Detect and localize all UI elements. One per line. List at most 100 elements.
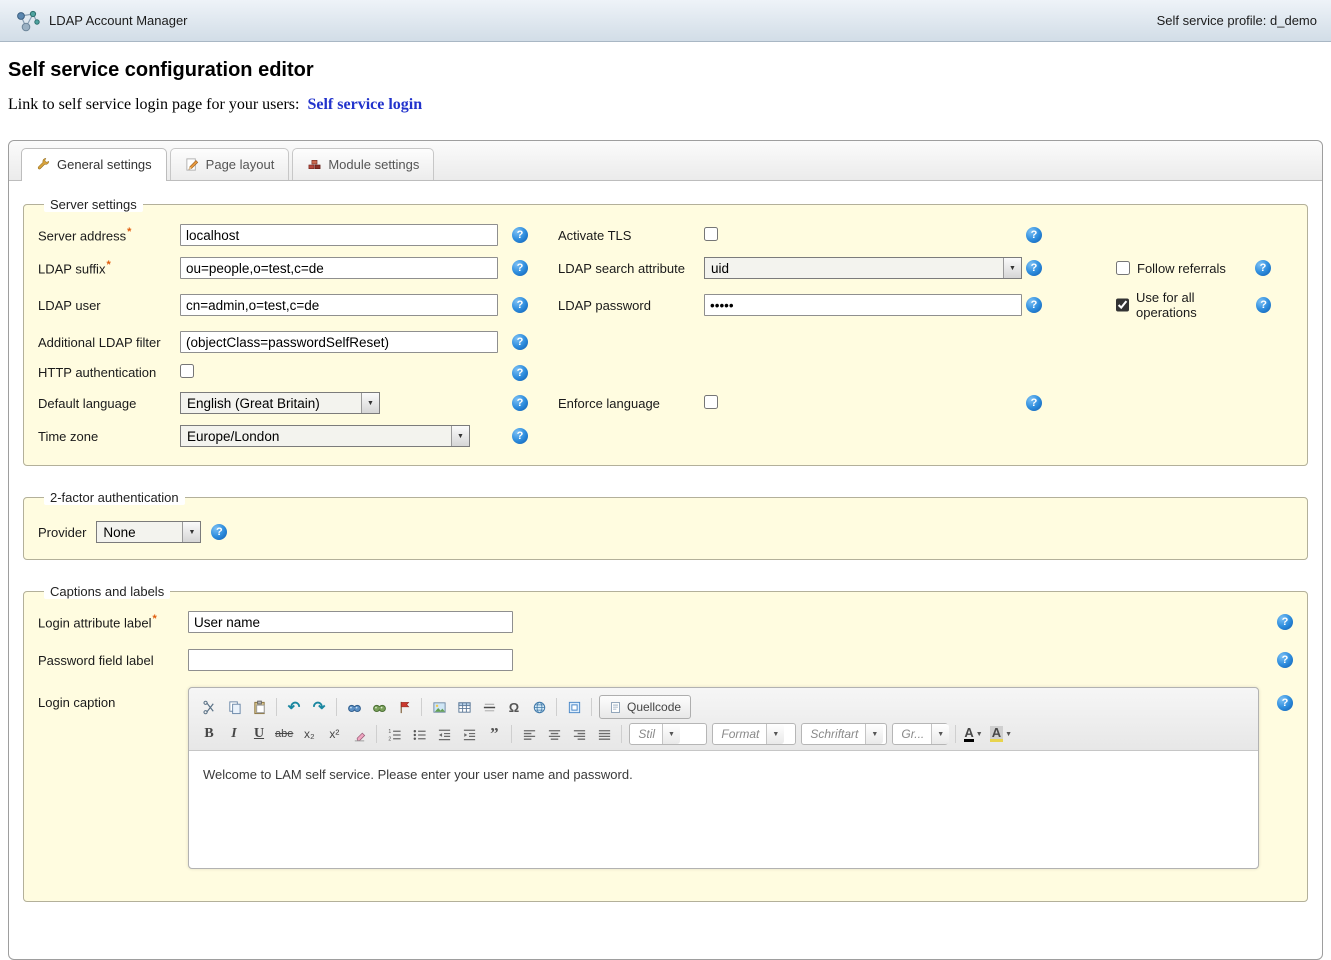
- text-color-button[interactable]: A ▼: [961, 723, 985, 745]
- form-row: Login attribute label* ?: [38, 611, 1293, 633]
- server-address-input[interactable]: [180, 224, 498, 246]
- follow-referrals-checkbox[interactable]: [1116, 261, 1130, 275]
- tab-page-layout[interactable]: Page layout: [170, 148, 290, 180]
- help-icon[interactable]: ?: [512, 365, 528, 381]
- help-icon[interactable]: ?: [512, 297, 528, 313]
- login-link-intro: Link to self service login page for your…: [8, 96, 299, 113]
- find-button[interactable]: [342, 696, 366, 718]
- styles-dropdown[interactable]: Stil ▼: [629, 723, 707, 745]
- help-icon[interactable]: ?: [1026, 297, 1042, 313]
- http-authentication-checkbox[interactable]: [180, 364, 194, 378]
- align-left-button[interactable]: [517, 723, 541, 745]
- italic-button[interactable]: I: [222, 723, 246, 745]
- ldap-suffix-input[interactable]: [180, 257, 498, 279]
- help-icon[interactable]: ?: [211, 524, 227, 540]
- dropdown-arrow-icon: ▼: [182, 522, 200, 542]
- help-icon[interactable]: ?: [1026, 260, 1042, 276]
- copy-button[interactable]: [222, 696, 246, 718]
- password-field-label-input[interactable]: [188, 649, 513, 671]
- format-dropdown-label: Format: [721, 727, 759, 741]
- editor-toolbar-row-1: ↶ ↷ Ω: [197, 693, 1250, 721]
- cut-button[interactable]: [197, 696, 221, 718]
- tab-module-settings[interactable]: Module settings: [292, 148, 434, 180]
- replace-button[interactable]: [367, 696, 391, 718]
- format-dropdown[interactable]: Format ▼: [712, 723, 796, 745]
- help-icon[interactable]: ?: [512, 260, 528, 276]
- help-icon[interactable]: ?: [512, 395, 528, 411]
- dropdown-arrow-icon: ▼: [976, 731, 983, 738]
- login-caption-label: Login caption: [38, 687, 188, 710]
- activate-tls-checkbox[interactable]: [704, 227, 718, 241]
- dropdown-arrow-icon: ▼: [865, 724, 883, 744]
- use-for-all-operations-checkbox[interactable]: [1116, 298, 1129, 312]
- horizontal-rule-button[interactable]: [477, 696, 501, 718]
- time-zone-select[interactable]: Europe/London ▼: [180, 425, 470, 447]
- insert-table-button[interactable]: [452, 696, 476, 718]
- help-icon[interactable]: ?: [1026, 227, 1042, 243]
- help-icon[interactable]: ?: [1256, 297, 1271, 313]
- paste-button[interactable]: [247, 696, 271, 718]
- server-settings-fieldset: Server settings Server address* ? Activa…: [23, 197, 1308, 466]
- help-icon[interactable]: ?: [512, 428, 528, 444]
- numbered-list-button[interactable]: 12: [382, 723, 406, 745]
- additional-ldap-filter-input[interactable]: [180, 331, 498, 353]
- help-icon[interactable]: ?: [1277, 652, 1293, 668]
- image-icon: [432, 700, 447, 715]
- help-icon[interactable]: ?: [512, 334, 528, 350]
- login-caption-editor: ↶ ↷ Ω: [188, 687, 1259, 869]
- source-code-button[interactable]: Quellcode: [599, 695, 691, 719]
- select-value: English (Great Britain): [181, 396, 361, 411]
- default-language-select[interactable]: English (Great Britain) ▼: [180, 392, 380, 414]
- provider-label: Provider: [38, 525, 86, 540]
- superscript-button[interactable]: x²: [322, 723, 346, 745]
- help-icon[interactable]: ?: [1026, 395, 1042, 411]
- remove-format-button[interactable]: [347, 723, 371, 745]
- editor-content[interactable]: Welcome to LAM self service. Please ente…: [189, 750, 1258, 868]
- insert-image-button[interactable]: [427, 696, 451, 718]
- underline-button[interactable]: U: [247, 723, 271, 745]
- enforce-language-checkbox[interactable]: [704, 395, 718, 409]
- undo-button[interactable]: ↶: [282, 696, 306, 718]
- provider-select[interactable]: None ▼: [96, 521, 201, 543]
- spellcheck-button[interactable]: [392, 696, 416, 718]
- ldap-search-attribute-select[interactable]: uid ▼: [704, 257, 1022, 279]
- self-service-login-link[interactable]: Self service login: [307, 96, 422, 113]
- indent-button[interactable]: [457, 723, 481, 745]
- subscript-button[interactable]: x₂: [297, 723, 321, 745]
- align-justify-icon: [597, 727, 612, 742]
- strikethrough-button[interactable]: abe: [272, 723, 296, 745]
- ldap-user-input[interactable]: [180, 294, 498, 316]
- login-attribute-label-input[interactable]: [188, 611, 513, 633]
- bold-button[interactable]: B: [197, 723, 221, 745]
- align-justify-button[interactable]: [592, 723, 616, 745]
- help-icon[interactable]: ?: [1255, 260, 1271, 276]
- bulleted-list-button[interactable]: [407, 723, 431, 745]
- blockquote-button[interactable]: ”: [482, 723, 506, 745]
- align-center-button[interactable]: [542, 723, 566, 745]
- toolbar-separator: [421, 698, 422, 716]
- font-size-dropdown[interactable]: Gr... ▼: [892, 723, 948, 745]
- login-link-line: Link to self service login page for your…: [8, 96, 1331, 114]
- special-character-button[interactable]: Ω: [502, 696, 526, 718]
- help-icon[interactable]: ?: [1277, 614, 1293, 630]
- ldap-password-input[interactable]: [704, 294, 1022, 316]
- pencil-icon: [185, 157, 200, 172]
- align-right-button[interactable]: [567, 723, 591, 745]
- required-marker: *: [127, 226, 131, 238]
- help-icon[interactable]: ?: [1277, 695, 1293, 711]
- redo-button[interactable]: ↷: [307, 696, 331, 718]
- align-right-icon: [572, 727, 587, 742]
- additional-ldap-filter-label: Additional LDAP filter: [38, 335, 180, 350]
- toolbar-separator: [336, 698, 337, 716]
- outdent-button[interactable]: [432, 723, 456, 745]
- font-dropdown[interactable]: Schriftart ▼: [801, 723, 887, 745]
- iframe-button[interactable]: [527, 696, 551, 718]
- toolbar-separator: [376, 725, 377, 743]
- help-icon[interactable]: ?: [512, 227, 528, 243]
- form-row: Login caption ↶ ↷: [38, 687, 1293, 869]
- paste-icon: [252, 700, 267, 715]
- font-dropdown-label: Schriftart: [810, 727, 858, 741]
- maximize-button[interactable]: [562, 696, 586, 718]
- tab-general-settings[interactable]: General settings: [21, 148, 167, 181]
- background-color-button[interactable]: A ▼: [987, 723, 1015, 745]
